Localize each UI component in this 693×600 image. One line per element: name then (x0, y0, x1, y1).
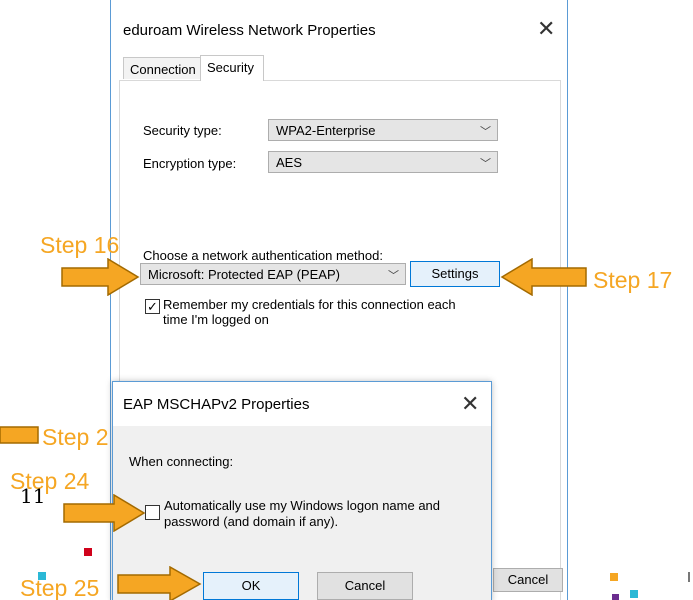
step25-arrow-icon (117, 566, 202, 600)
tab-connection[interactable]: Connection (123, 57, 201, 79)
red-dot-mark (84, 548, 92, 556)
step24-arrow-icon (63, 494, 146, 532)
settings-button[interactable]: Settings (410, 261, 500, 287)
dialog-title: EAP MSCHAPv2 Properties (123, 396, 310, 413)
remember-credentials-label-1: Remember my credentials for this connect… (163, 297, 456, 312)
yellow-dot-mark (610, 573, 618, 581)
auth-method-label: Choose a network authentication method: (143, 248, 383, 263)
auto-logon-label-2: password (and domain if any). (164, 514, 339, 529)
encryption-type-label: Encryption type: (143, 156, 237, 171)
chevron-down-icon: ﹀ (388, 270, 399, 282)
close-icon[interactable]: ✕ (461, 393, 479, 415)
step2x-arrow-icon (0, 426, 39, 444)
page: eduroam Wireless Network Properties ✕ Co… (0, 0, 693, 600)
stray-number: 11 (20, 484, 46, 508)
encryption-type-value: AES (276, 155, 303, 170)
cyan-dot-mark (630, 590, 638, 598)
auth-method-select[interactable]: Microsoft: Protected EAP (PEAP) ﹀ (140, 263, 406, 285)
step17-label: Step 17 (593, 267, 673, 293)
remember-credentials-label-2: time I'm logged on (163, 312, 269, 327)
step2x-label: Step 2 (42, 424, 109, 450)
security-type-select[interactable]: WPA2-Enterprise ﹀ (268, 119, 498, 141)
auto-logon-checkbox[interactable] (145, 505, 160, 520)
step16-arrow-icon (61, 258, 140, 296)
step17-arrow-icon (500, 258, 587, 296)
close-icon[interactable]: ✕ (537, 18, 555, 40)
encryption-type-select[interactable]: AES ﹀ (268, 151, 498, 173)
security-type-value: WPA2-Enterprise (276, 123, 376, 138)
auto-logon-label-1: Automatically use my Windows logon name … (164, 498, 441, 513)
step16-label: Step 16 (40, 232, 120, 258)
ok-button[interactable]: OK (203, 572, 299, 600)
chevron-down-icon: ﹀ (480, 126, 491, 138)
window-title: eduroam Wireless Network Properties (123, 22, 376, 39)
step25-label: Step 25 (20, 575, 100, 600)
purple-dot-mark (612, 594, 619, 600)
chevron-down-icon: ﹀ (480, 158, 491, 170)
title-bar: eduroam Wireless Network Properties ✕ (111, 0, 567, 56)
when-connecting-label: When connecting: (129, 454, 234, 469)
auth-method-value: Microsoft: Protected EAP (PEAP) (148, 267, 340, 282)
remember-credentials-checkbox[interactable]: ✓ (145, 299, 160, 314)
dialog-cancel-button[interactable]: Cancel (317, 572, 413, 600)
checkmark-icon: ✓ (147, 299, 158, 314)
blue-dot-mark (38, 572, 46, 580)
security-type-label: Security type: (143, 123, 222, 138)
tab-security[interactable]: Security (200, 55, 264, 81)
main-cancel-button[interactable]: Cancel (493, 568, 563, 592)
edge-tick-mark (688, 572, 690, 582)
